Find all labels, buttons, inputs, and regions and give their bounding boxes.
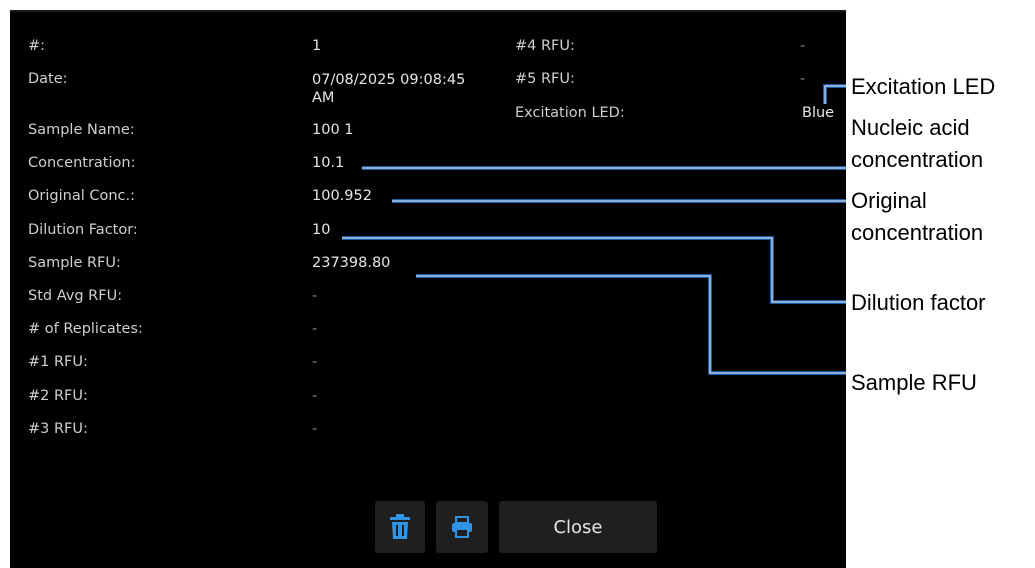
callout-excitation-led xyxy=(823,84,846,104)
annotation-sample-rfu: Sample RFU xyxy=(851,370,977,395)
annotation-dilution-factor: Dilution factor xyxy=(851,290,986,315)
annotation-original-concentration: Original concentration xyxy=(851,188,984,245)
annotation-nucleic-acid-concentration: Nucleic acid concentration xyxy=(851,115,984,172)
callout-sample-rfu xyxy=(416,274,846,375)
callout-dilution-factor xyxy=(342,236,846,304)
annotation-excitation-led: Excitation LED xyxy=(851,74,996,99)
